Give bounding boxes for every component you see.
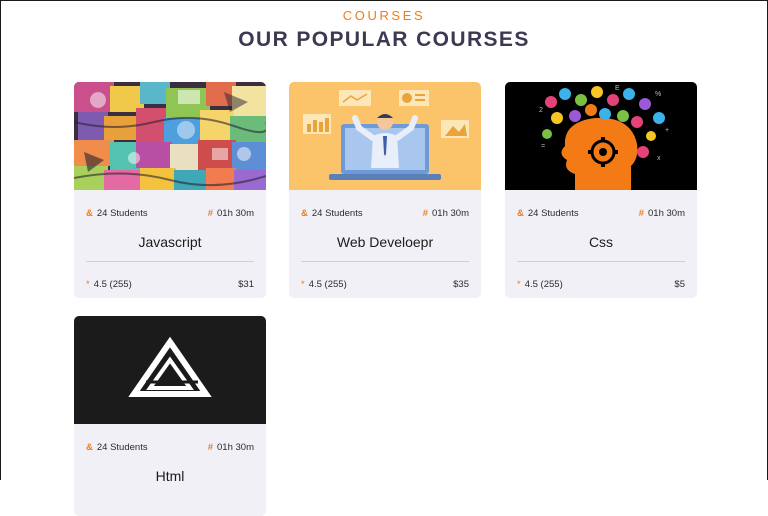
duration-icon: # xyxy=(638,208,645,219)
course-title[interactable]: Javascript xyxy=(74,234,266,250)
svg-text:=: = xyxy=(541,143,545,150)
course-rating: * 4.5 (255) xyxy=(517,279,563,290)
course-title[interactable]: Web Develoepr xyxy=(289,234,481,250)
duration-icon: # xyxy=(207,442,214,453)
students-count: & 24 Students xyxy=(86,208,148,219)
students-icon: & xyxy=(86,442,93,453)
duration-icon: # xyxy=(422,208,429,219)
course-image-html[interactable] xyxy=(74,316,266,424)
course-card-css[interactable]: E % = + x 2 & 24 Students #01h 30m Css * 4… xyxy=(505,82,697,298)
divider xyxy=(86,261,254,262)
rating-star-icon: * xyxy=(301,279,305,290)
rating-star-icon: * xyxy=(86,279,90,290)
section-heading: OUR POPULAR COURSES xyxy=(238,28,530,51)
course-title[interactable]: Css xyxy=(505,234,697,250)
course-image-javascript[interactable] xyxy=(74,82,266,190)
divider xyxy=(301,261,469,262)
course-duration: #01h 30m xyxy=(207,208,254,219)
students-icon: & xyxy=(517,208,524,219)
students-count: & 24 Students xyxy=(517,208,579,219)
course-price: $5 xyxy=(674,279,685,290)
students-count: & 24 Students xyxy=(301,208,363,219)
course-duration: #01h 30m xyxy=(638,208,685,219)
course-price: $31 xyxy=(238,279,254,290)
course-duration: #01h 30m xyxy=(422,208,469,219)
students-icon: & xyxy=(86,208,93,219)
svg-text:%: % xyxy=(655,91,661,98)
course-card-javascript[interactable]: & 24 Students #01h 30m Javascript * 4.5 (2… xyxy=(74,82,266,298)
course-card-web-developer[interactable]: & 24 Students #01h 30m Web Develoepr * 4.5… xyxy=(289,82,481,298)
course-image-web-developer[interactable] xyxy=(289,82,481,190)
students-icon: & xyxy=(301,208,308,219)
section-eyebrow: COURSES xyxy=(342,8,426,23)
students-count: & 24 Students xyxy=(86,442,148,453)
divider xyxy=(517,261,685,262)
duration-icon: # xyxy=(207,208,214,219)
course-rating: * 4.5 (255) xyxy=(301,279,347,290)
course-card-html[interactable]: & 24 Students #01h 30m Html xyxy=(74,316,266,516)
svg-text:E: E xyxy=(615,85,620,92)
svg-text:x: x xyxy=(657,155,661,162)
course-title[interactable]: Html xyxy=(74,468,266,484)
course-duration: #01h 30m xyxy=(207,442,254,453)
course-image-css[interactable]: E % = + x 2 xyxy=(505,82,697,190)
rating-star-icon: * xyxy=(517,279,521,290)
course-rating: * 4.5 (255) xyxy=(86,279,132,290)
svg-text:+: + xyxy=(665,127,669,134)
course-price: $35 xyxy=(453,279,469,290)
svg-text:2: 2 xyxy=(539,107,543,114)
